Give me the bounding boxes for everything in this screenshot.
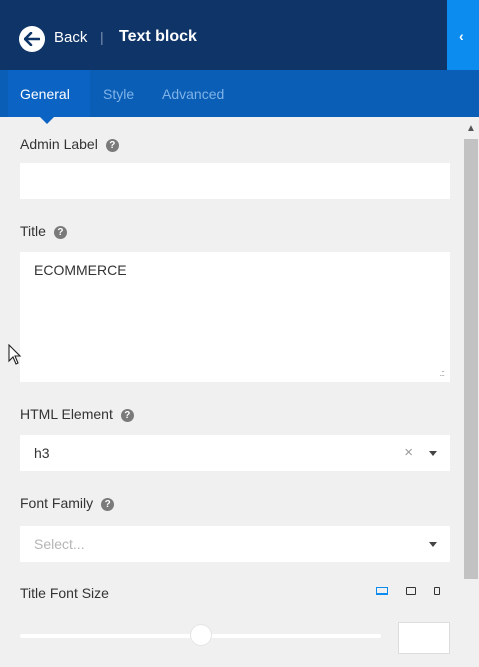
back-button[interactable]: Back [54, 29, 87, 46]
html-element-value: h3 [34, 445, 50, 461]
help-icon[interactable]: ? [105, 139, 119, 152]
title-font-size-label-text: Title Font Size [20, 585, 109, 601]
clear-icon[interactable]: × [404, 444, 413, 461]
help-icon[interactable]: ? [101, 498, 115, 511]
font-size-input[interactable] [398, 622, 450, 654]
resize-handle-icon[interactable]: .:: [439, 368, 444, 378]
font-family-placeholder: Select... [34, 536, 85, 552]
panel-header: Back | Text block ‹ [0, 0, 479, 70]
admin-label-input[interactable] [20, 163, 450, 199]
tab-general[interactable]: General [20, 86, 70, 102]
chevron-down-icon[interactable] [429, 451, 437, 456]
admin-label-text: Admin Label [20, 136, 98, 152]
title-label-text: Title [20, 223, 46, 239]
font-size-slider-handle[interactable] [190, 625, 211, 645]
tablet-icon[interactable] [406, 587, 416, 595]
header-separator: | [100, 29, 104, 45]
collapse-panel-button[interactable]: ‹ [447, 0, 479, 70]
mouse-pointer-icon [8, 343, 22, 371]
help-icon[interactable]: ? [53, 226, 67, 239]
html-element-heading: HTML Element? [20, 406, 134, 422]
tab-bar: General Style Advanced [0, 70, 479, 117]
scroll-up-icon[interactable]: ▲ [466, 123, 476, 134]
help-icon[interactable]: ? [120, 409, 134, 422]
mobile-icon[interactable] [434, 587, 440, 595]
panel-title: Text block [119, 28, 197, 45]
title-value: ECOMMERCE [34, 262, 127, 278]
font-family-label-text: Font Family [20, 495, 94, 511]
chevron-left-icon: ‹ [459, 28, 464, 44]
scrollbar-thumb[interactable] [464, 139, 478, 579]
back-arrow-icon[interactable] [19, 26, 45, 52]
title-heading: Title? [20, 223, 67, 239]
tab-style[interactable]: Style [103, 86, 134, 102]
desktop-icon[interactable] [376, 587, 388, 595]
font-family-heading: Font Family? [20, 495, 115, 511]
scrollbar[interactable]: ▲ [463, 117, 479, 667]
font-family-select[interactable]: Select... [20, 526, 450, 562]
html-element-label-text: HTML Element [20, 406, 113, 422]
chevron-down-icon[interactable] [429, 542, 437, 547]
admin-label-heading: Admin Label? [20, 136, 119, 152]
title-textarea[interactable]: ECOMMERCE .:: [20, 252, 450, 382]
html-element-select[interactable]: h3 × [20, 435, 450, 471]
tab-advanced[interactable]: Advanced [162, 86, 224, 102]
active-tab-pointer [40, 117, 54, 124]
title-font-size-heading: Title Font Size [20, 585, 109, 601]
